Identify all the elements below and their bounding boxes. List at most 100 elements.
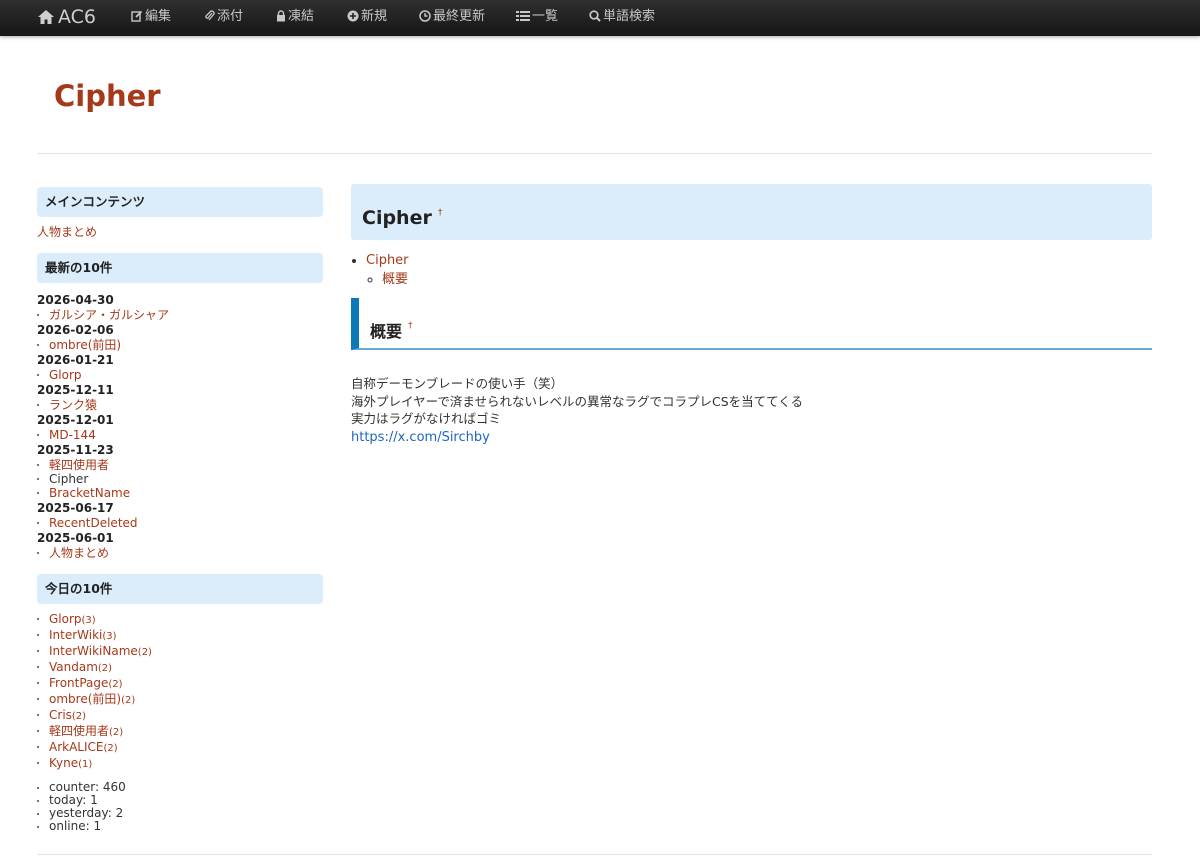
recent-date: 2025-06-17 [37,501,114,515]
recent-date: 2025-12-11 [37,383,114,397]
site-title[interactable]: Cipher [54,78,161,114]
recent-date: 2025-06-01 [37,531,114,545]
nav-new-label: 新規 [361,9,388,24]
list-item: ombre(前田) [37,338,323,352]
table-of-contents: Cipher 概要 [351,251,1152,289]
plus-circle-icon [347,10,359,22]
nav-freeze[interactable]: 凍結 [276,0,314,36]
today-list: Glorp(3) InterWiki(3) InterWikiName(2) V… [37,612,323,772]
external-link[interactable]: https://x.com/Sirchby [351,430,490,445]
brand-label: AC6 [58,6,97,28]
view-count: (3) [102,631,117,642]
list-item: Cris(2) [37,708,323,724]
counter-list: counter: 460 today: 1 yesterday: 2 onlin… [37,781,323,833]
list-item: Vandam(2) [37,660,323,676]
view-count: (3) [81,615,96,626]
lock-icon [277,10,285,22]
recent-page-link[interactable]: ombre(前田) [49,338,121,352]
nav-search-label: 単語検索 [603,9,656,24]
search-icon [589,10,601,22]
nav-edit[interactable]: 編集 [131,0,171,36]
nav-attach[interactable]: 添付 [204,0,243,36]
list-item: InterWikiName(2) [37,644,323,660]
recent-page-current: Cipher [49,472,89,486]
view-count: (2) [137,647,152,658]
recent-page-link[interactable]: RecentDeleted [49,516,138,530]
list-item: BracketName [37,486,323,500]
today-page-link[interactable]: Vandam [49,660,98,674]
recent-page-link[interactable]: Glorp [49,368,82,382]
recent-page-link[interactable]: MD-144 [49,428,96,442]
list-item: ランク猿 [37,398,323,412]
page-heading-box: Cipher † [351,184,1152,240]
toc-link-cipher[interactable]: Cipher [366,253,409,268]
view-count: (2) [108,679,123,690]
home-icon [38,10,54,24]
counter-today: today: 1 [49,793,98,807]
nav-new[interactable]: 新規 [347,0,387,36]
nav-edit-label: 編集 [145,9,172,24]
list-item: Cipher [37,472,323,486]
list-item: ガルシア・ガルシャア [37,308,323,322]
list-item: ArkALICE(2) [37,740,323,756]
section-heading-text: 概要 [370,322,403,341]
recent-page-link[interactable]: ガルシア・ガルシャア [49,308,169,322]
list-item: 軽四使用者 [37,458,323,472]
list-item: Glorp [37,368,323,382]
today-page-link[interactable]: Kyne [49,756,78,770]
counter-total: counter: 460 [49,780,126,794]
recent-page-link[interactable]: BracketName [49,486,130,500]
today-page-link[interactable]: InterWikiName [49,644,138,658]
page-title-anchor[interactable]: † [438,208,443,218]
recent-page-link[interactable]: 人物まとめ [49,546,109,560]
today-page-link[interactable]: ombre(前田) [49,692,121,706]
toc-item: 概要 [382,270,1152,289]
sidebar: メインコンテンツ 人物まとめ 最新の10件 2026-04-30 ガルシア・ガル… [37,187,323,833]
toc-item: Cipher 概要 [366,251,1152,289]
today-page-link[interactable]: ArkALICE [49,740,104,754]
list-item: MD-144 [37,428,323,442]
today-page-link[interactable]: Cris [49,708,72,722]
page-title: Cipher † [362,184,1152,247]
body-line: 実力はラグがなければゴミ [351,411,502,426]
edit-icon [131,10,143,22]
recent-date: 2026-04-30 [37,293,114,307]
today-page-link[interactable]: Glorp [49,612,82,626]
recent-page-link[interactable]: ランク猿 [49,398,97,412]
brand-link[interactable]: AC6 [37,0,96,36]
view-count: (2) [109,727,124,738]
today-page-link[interactable]: FrontPage [49,676,108,690]
nav-freeze-label: 凍結 [288,9,315,24]
view-count: (2) [97,663,113,674]
nav-list-label: 一覧 [532,9,559,24]
main-content-link[interactable]: 人物まとめ [37,225,97,239]
recent-page-link[interactable]: 軽四使用者 [49,458,109,472]
view-count: (2) [103,743,118,754]
section-heading: 概要 † [370,298,1152,360]
recent-heading: 最新の10件 [37,253,323,283]
list-icon [516,11,530,21]
page-title-text: Cipher [362,207,432,229]
nav-list[interactable]: 一覧 [516,0,558,36]
nav-recent[interactable]: 最終更新 [419,0,485,36]
nav-search[interactable]: 単語検索 [589,0,655,36]
section-body: 自称デーモンブレードの使い手（笑） 海外プレイヤーで済ませられないレベルの異常な… [351,375,1152,446]
recent-date: 2025-12-01 [37,413,114,427]
today-heading: 今日の10件 [37,574,323,604]
counter-online: online: 1 [49,819,102,833]
section-heading-anchor[interactable]: † [408,321,413,331]
paperclip-icon [205,10,215,21]
list-item: Glorp(3) [37,612,323,628]
list-item: InterWiki(3) [37,628,323,644]
today-page-link[interactable]: InterWiki [49,628,102,642]
recent-list: 2026-04-30 ガルシア・ガルシャア 2026-02-06 ombre(前… [37,292,323,560]
list-item: 軽四使用者(2) [37,724,323,740]
toc-link-overview[interactable]: 概要 [382,272,408,287]
today-page-link[interactable]: 軽四使用者 [49,724,109,738]
recent-date: 2026-02-06 [37,323,114,337]
list-item: RecentDeleted [37,516,323,530]
list-item: online: 1 [37,820,323,833]
body-line: 自称デーモンブレードの使い手（笑） [351,376,564,391]
navbar: AC6 編集 添付 凍結 新規 最終更新 一覧 単語検索 [0,0,1200,36]
nav-attach-label: 添付 [217,9,244,24]
